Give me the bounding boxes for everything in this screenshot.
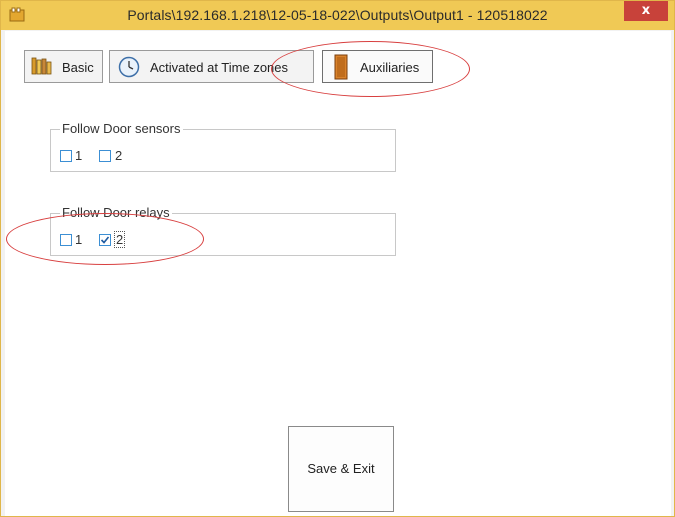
tab-auxiliaries-label: Auxiliaries bbox=[360, 60, 420, 75]
sensor-1-label: 1 bbox=[75, 148, 83, 163]
sensor-2-label: 2 bbox=[115, 148, 123, 163]
window-title: Portals\192.168.1.218\12-05-18-022\Outpu… bbox=[127, 7, 548, 23]
sensor-2-checkbox[interactable] bbox=[99, 150, 111, 162]
tab-time-zones-label: Activated at Time zones bbox=[150, 60, 289, 75]
close-button[interactable]: x bbox=[624, 1, 668, 21]
door-relays-group: Follow Door relays 1 2 bbox=[50, 205, 396, 256]
checkmark-icon bbox=[100, 236, 110, 244]
tab-auxiliaries[interactable]: Auxiliaries bbox=[322, 50, 433, 83]
door-sensors-group: Follow Door sensors 1 2 bbox=[50, 121, 396, 172]
tab-basic[interactable]: Basic bbox=[24, 50, 103, 83]
tab-basic-label: Basic bbox=[62, 60, 94, 75]
relay-1-label: 1 bbox=[75, 232, 83, 247]
relay-2-checkbox[interactable] bbox=[99, 234, 111, 246]
main-panel: Basic Activated at Time zones Auxiliarie… bbox=[5, 31, 671, 516]
books-icon bbox=[31, 57, 52, 75]
clock-icon bbox=[118, 56, 140, 78]
relay-1-checkbox[interactable] bbox=[60, 234, 72, 246]
sensor-1-checkbox[interactable] bbox=[60, 150, 72, 162]
door-sensors-title: Follow Door sensors bbox=[60, 121, 183, 136]
app-window: Portals\192.168.1.218\12-05-18-022\Outpu… bbox=[0, 0, 675, 517]
door-relays-title: Follow Door relays bbox=[60, 205, 172, 220]
tab-time-zones[interactable]: Activated at Time zones bbox=[109, 50, 314, 83]
save-exit-button[interactable]: Save & Exit bbox=[288, 426, 394, 512]
relay-2-label: 2 bbox=[114, 231, 126, 248]
door-icon bbox=[334, 54, 348, 80]
title-bar[interactable]: Portals\192.168.1.218\12-05-18-022\Outpu… bbox=[1, 1, 674, 30]
